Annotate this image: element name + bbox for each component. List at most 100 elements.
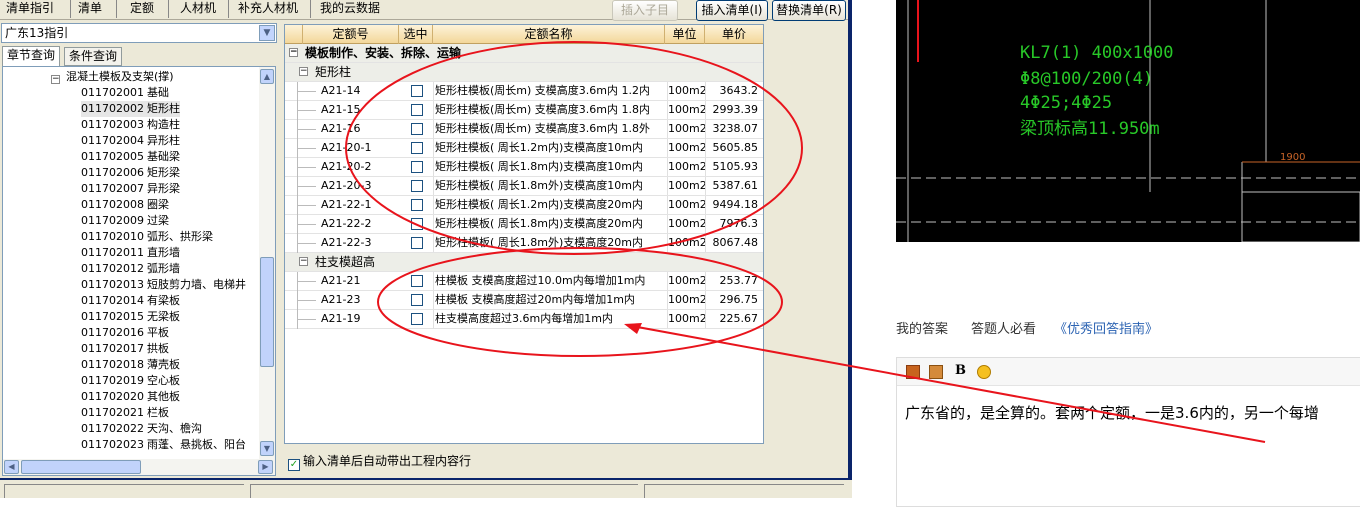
tree-line [298, 281, 316, 282]
tree-item[interactable]: 011702005 基础梁 [81, 149, 180, 165]
row-select-checkbox[interactable] [411, 180, 423, 192]
insert-child-button[interactable]: 插入子目 [612, 0, 678, 21]
tree-item[interactable]: 011702001 基础 [81, 85, 169, 101]
quota-price: 5105.93 [705, 158, 761, 176]
row-select-checkbox[interactable] [411, 218, 423, 230]
chevron-down-icon[interactable]: ▼ [259, 25, 275, 41]
tree-item-code: 011702023 [81, 438, 144, 451]
link-answer-guide[interactable]: 《优秀回答指南》 [1054, 318, 1158, 337]
tree-item[interactable]: 011702013 短肢剪力墙、电梯井 [81, 277, 246, 293]
row-select-checkbox[interactable] [411, 294, 423, 306]
main-tab-bar: 清单指引 清单 定额 人材机 补充人材机 我的云数据 插入子目 插入清单(I) … [0, 0, 852, 21]
bold-button[interactable]: B [955, 364, 969, 378]
region-select[interactable]: 广东13指引 ▼ [1, 23, 277, 43]
quota-row[interactable]: A21-22-3 矩形柱模板( 周长1.8m外)支模高度20m内 100m2 8067… [285, 234, 763, 253]
insert-image-icon[interactable] [906, 365, 920, 379]
scroll-thumb[interactable] [260, 257, 274, 367]
tree-item[interactable]: 011702018 薄壳板 [81, 357, 180, 373]
quota-row[interactable]: A21-20-1 矩形柱模板( 周长1.2m内)支模高度10m内 100m2 5605… [285, 139, 763, 158]
quota-row[interactable]: A21-15 矩形柱模板(周长m) 支模高度3.6m内 1.8内 100m2 2993… [285, 101, 763, 120]
insert-picture-icon[interactable] [929, 365, 943, 379]
row-select-checkbox[interactable] [411, 142, 423, 154]
tree-item[interactable]: 011702014 有梁板 [81, 293, 180, 309]
tab-condition-query[interactable]: 条件查询 [64, 47, 123, 66]
tab-list-guide[interactable]: 清单指引 [4, 0, 56, 19]
row-select-checkbox[interactable] [411, 275, 423, 287]
tree-item[interactable]: 011702007 异形梁 [81, 181, 180, 197]
tree-item[interactable]: 011702008 圈梁 [81, 197, 169, 213]
replace-list-button[interactable]: 替换清单(R) [772, 0, 846, 21]
header-name: 定额名称 [433, 25, 665, 44]
cad-drawing: KL7(1) 400x1000 Φ8@100/200(4) 4Φ25;4Φ25 … [896, 0, 1360, 242]
quota-price: 296.75 [705, 291, 761, 309]
collapse-icon[interactable]: − [289, 48, 298, 57]
scroll-left-icon[interactable]: ◀ [4, 460, 19, 474]
scroll-up-icon[interactable]: ▲ [260, 69, 274, 84]
quota-row[interactable]: A21-20-2 矩形柱模板( 周长1.8m内)支模高度10m内 100m2 5105… [285, 158, 763, 177]
tree-item[interactable]: 011702017 拱板 [81, 341, 169, 357]
category-row[interactable]: − 模板制作、安装、拆除、运输 [285, 44, 763, 63]
quota-row[interactable]: A21-22-1 矩形柱模板( 周长1.2m内)支模高度20m内 100m2 9494… [285, 196, 763, 215]
row-select-checkbox[interactable] [411, 123, 423, 135]
tree-item[interactable]: 011702010 弧形、拱形梁 [81, 229, 213, 245]
tree-item[interactable]: 011702023 雨蓬、悬挑板、阳台 [81, 437, 246, 453]
quota-row[interactable]: A21-21 柱模板 支模高度超过10.0m内每增加1m内 100m2 253.77 [285, 272, 763, 291]
tree-item-code: 011702018 [81, 358, 144, 371]
tree-item-name: 过梁 [147, 214, 169, 227]
collapse-icon[interactable]: − [51, 75, 60, 84]
tab-cloud-data[interactable]: 我的云数据 [318, 0, 382, 19]
tree-vertical-scrollbar[interactable]: ▲ ▼ [259, 67, 275, 459]
quota-row[interactable]: A21-22-2 矩形柱模板( 周长1.8m内)支模高度20m内 100m2 7976… [285, 215, 763, 234]
group-row[interactable]: − 柱支模超高 [285, 253, 763, 272]
tree-item[interactable]: 011702011 直形墙 [81, 245, 180, 261]
insert-list-button[interactable]: 插入清单(I) [696, 0, 768, 21]
tab-list[interactable]: 清单 [76, 0, 104, 19]
tab-chapter-query[interactable]: 章节查询 [2, 46, 61, 67]
collapse-icon[interactable]: − [299, 257, 308, 266]
scroll-down-icon[interactable]: ▼ [260, 441, 274, 456]
row-select-checkbox[interactable] [411, 237, 423, 249]
tree-item[interactable]: 011702003 构造柱 [81, 117, 180, 133]
row-select-checkbox[interactable] [411, 85, 423, 97]
tab-answerer-must-read[interactable]: 答题人必看 [971, 318, 1036, 337]
tree-item[interactable]: 011702019 空心板 [81, 373, 180, 389]
auto-content-option[interactable]: ✓ 输入清单后自动带出工程内容行 [288, 454, 471, 471]
tree-item[interactable]: 011702022 天沟、檐沟 [81, 421, 202, 437]
tab-separator [116, 0, 117, 18]
quota-row[interactable]: A21-20-3 矩形柱模板( 周长1.8m外)支模高度10m内 100m2 5387… [285, 177, 763, 196]
row-select-checkbox[interactable] [411, 313, 423, 325]
scroll-right-icon[interactable]: ▶ [258, 460, 273, 474]
tree-item[interactable]: 011702006 矩形梁 [81, 165, 180, 181]
quota-row[interactable]: A21-23 柱模板 支模高度超过20m内每增加1m内 100m2 296.75 [285, 291, 763, 310]
answer-editor[interactable]: B 广东省的，是全算的。套两个定额，一是3.6内的，另一个每增 [896, 357, 1360, 507]
quota-row[interactable]: A21-19 柱支模高度超过3.6m内每增加1m内 100m2 225.67 [285, 310, 763, 329]
tree-node-parent[interactable]: − 混凝土模板及支架(撑) [51, 69, 174, 85]
tab-quota[interactable]: 定额 [128, 0, 156, 19]
tree-item[interactable]: 011702004 异形柱 [81, 133, 180, 149]
tree-item[interactable]: 011702016 平板 [81, 325, 169, 341]
auto-content-checkbox[interactable]: ✓ [288, 459, 300, 471]
tab-supplement[interactable]: 补充人材机 [236, 0, 300, 19]
row-select-checkbox[interactable] [411, 161, 423, 173]
collapse-icon[interactable]: − [299, 67, 308, 76]
scroll-thumb[interactable] [21, 460, 141, 474]
tree-item[interactable]: 011702020 其他板 [81, 389, 180, 405]
tree-item[interactable]: 011702009 过梁 [81, 213, 169, 229]
tree-item[interactable]: 011702021 栏板 [81, 405, 169, 421]
tab-labor-material[interactable]: 人材机 [178, 0, 218, 19]
row-select-checkbox[interactable] [411, 104, 423, 116]
row-select-checkbox[interactable] [411, 199, 423, 211]
header-spacer [285, 25, 303, 44]
quota-grid: 定额号 选中 定额名称 单位 单价 − 模板制作、安装、拆除、运输 − 矩形柱 A21-… [284, 24, 764, 444]
emoji-icon[interactable] [977, 365, 991, 379]
tree-item[interactable]: 011702012 弧形墙 [81, 261, 180, 277]
tree-item[interactable]: 011702002 矩形柱 [81, 101, 180, 117]
chapter-tree: − 混凝土模板及支架(撑) 011702001 基础 011702002 矩形柱 0117… [2, 66, 276, 476]
tab-my-answer[interactable]: 我的答案 [896, 318, 948, 337]
tree-item[interactable]: 011702015 无梁板 [81, 309, 180, 325]
quota-row[interactable]: A21-14 矩形柱模板(周长m) 支模高度3.6m内 1.2内 100m2 3643… [285, 82, 763, 101]
tree-horizontal-scrollbar[interactable]: ◀ ▶ [3, 459, 275, 475]
group-row[interactable]: − 矩形柱 [285, 63, 763, 82]
quota-name: 矩形柱模板(周长m) 支模高度3.6m内 1.2内 [433, 82, 665, 100]
quota-row[interactable]: A21-16 矩形柱模板(周长m) 支模高度3.6m内 1.8外 100m2 3238… [285, 120, 763, 139]
